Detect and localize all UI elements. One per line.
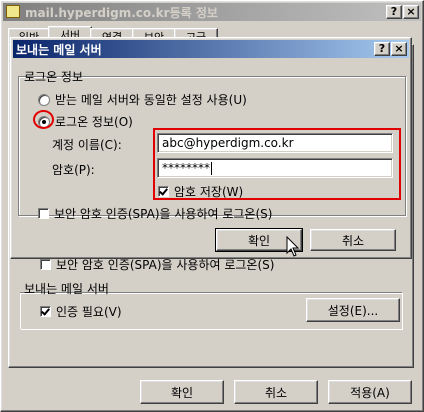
radio-same-as-incoming-dot[interactable] xyxy=(38,93,50,106)
logon-info-group-title: 로그온 정보 xyxy=(24,70,84,84)
settings-button[interactable]: 설정(E)... xyxy=(306,298,400,322)
outer-cancel-button[interactable]: 취소 xyxy=(234,380,318,404)
radio-logon-info-dot[interactable] xyxy=(38,115,50,128)
outer-ok-button[interactable]: 확인 xyxy=(140,380,224,404)
outer-title: mail.hyperdigm.co.kr등록 정보 xyxy=(25,6,218,20)
dialog-spa-checkbox-box[interactable] xyxy=(38,208,49,219)
dialog-titlebar[interactable]: 보내는 메일 서버 ? × xyxy=(13,40,409,58)
dialog-spa-checkbox[interactable]: 보안 암호 인증(SPA)을 사용하여 로그온(S) xyxy=(38,205,272,222)
radio-same-as-incoming-label: 받는 메일 서버와 동일한 설정 사용(U) xyxy=(55,93,247,107)
dialog-cancel-button[interactable]: 취소 xyxy=(310,229,396,251)
save-password-checkbox-box[interactable] xyxy=(158,186,169,197)
save-password-checkbox[interactable]: 암호 저장(W) xyxy=(158,183,243,200)
mouse-pointer-icon xyxy=(286,236,300,257)
account-name-value: abc@hyperdigm.co.kr xyxy=(162,136,294,150)
dialog-title: 보내는 메일 서버 xyxy=(16,43,102,57)
password-value: ******** xyxy=(162,161,210,175)
outer-titlebar[interactable]: mail.hyperdigm.co.kr등록 정보 ? × xyxy=(3,3,421,21)
outer-spa-checkbox-box[interactable] xyxy=(40,259,51,270)
radio-logon-info[interactable]: 로그온 정보(O) xyxy=(38,113,133,130)
account-name-input[interactable]: abc@hyperdigm.co.kr xyxy=(157,133,393,153)
password-label: 암호(P): xyxy=(52,163,95,177)
outer-help-button[interactable]: ? xyxy=(386,5,402,19)
dialog-help-button[interactable]: ? xyxy=(374,42,390,56)
dialog-spa-label: 보안 암호 인증(SPA)을 사용하여 로그온(S) xyxy=(54,207,273,221)
outgoing-server-group-title: 보내는 메일 서버 xyxy=(24,282,109,296)
auth-required-label: 인증 필요(V) xyxy=(56,305,122,319)
auth-required-checkbox-box[interactable] xyxy=(40,306,51,317)
radio-logon-info-label: 로그온 정보(O) xyxy=(55,115,133,129)
outer-apply-button[interactable]: 적용(A) xyxy=(328,380,412,404)
outer-close-button[interactable]: × xyxy=(403,5,419,19)
password-input[interactable]: ******** xyxy=(157,158,393,178)
app-icon xyxy=(6,5,20,18)
auth-required-checkbox[interactable]: 인증 필요(V) xyxy=(40,303,122,320)
dialog-close-button[interactable]: × xyxy=(391,42,407,56)
radio-same-as-incoming[interactable]: 받는 메일 서버와 동일한 설정 사용(U) xyxy=(38,91,247,108)
save-password-label: 암호 저장(W) xyxy=(174,185,244,199)
text-caret xyxy=(211,161,212,175)
account-name-label: 계정 이름(C): xyxy=(52,138,122,152)
